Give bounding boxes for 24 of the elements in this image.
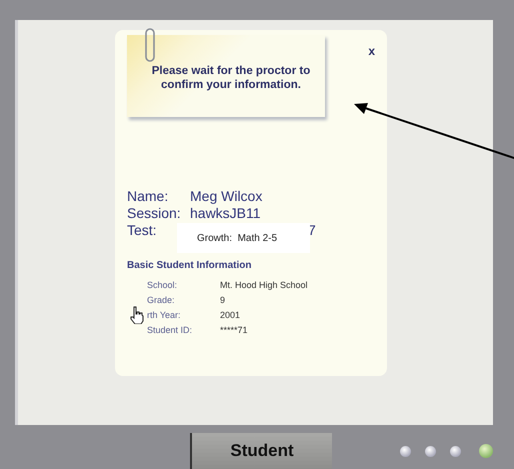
test-name-label: Growth: Math 2-5	[177, 223, 310, 253]
field-value: hawksJB11	[190, 204, 261, 220]
info-label: rth Year:	[147, 310, 182, 320]
info-value: Mt. Hood High School	[220, 280, 308, 290]
close-button[interactable]: x	[366, 44, 377, 58]
indicator-light[interactable]	[425, 446, 436, 456]
info-value: *****71	[220, 324, 248, 334]
info-value: 9	[220, 294, 226, 304]
power-button[interactable]	[479, 444, 493, 458]
info-label: Student ID:	[147, 324, 194, 334]
info-value: 2001	[220, 310, 240, 320]
field-label: Session:	[127, 204, 182, 220]
paperclip-icon	[143, 27, 157, 63]
field-label: Test:	[127, 222, 158, 238]
proctor-message: Please wait for the proctor to confirm your information.	[150, 64, 312, 92]
student-tab[interactable]: Student	[190, 433, 332, 469]
field-label: Name:	[127, 188, 170, 204]
info-label: Grade:	[147, 294, 176, 304]
indicator-light[interactable]	[400, 446, 411, 456]
indicator-light[interactable]	[450, 446, 461, 456]
section-title: Basic Student Information	[127, 260, 252, 271]
field-value: Meg Wilcox	[190, 188, 262, 204]
info-label: School:	[147, 280, 178, 290]
hand-cursor-icon	[130, 306, 144, 324]
